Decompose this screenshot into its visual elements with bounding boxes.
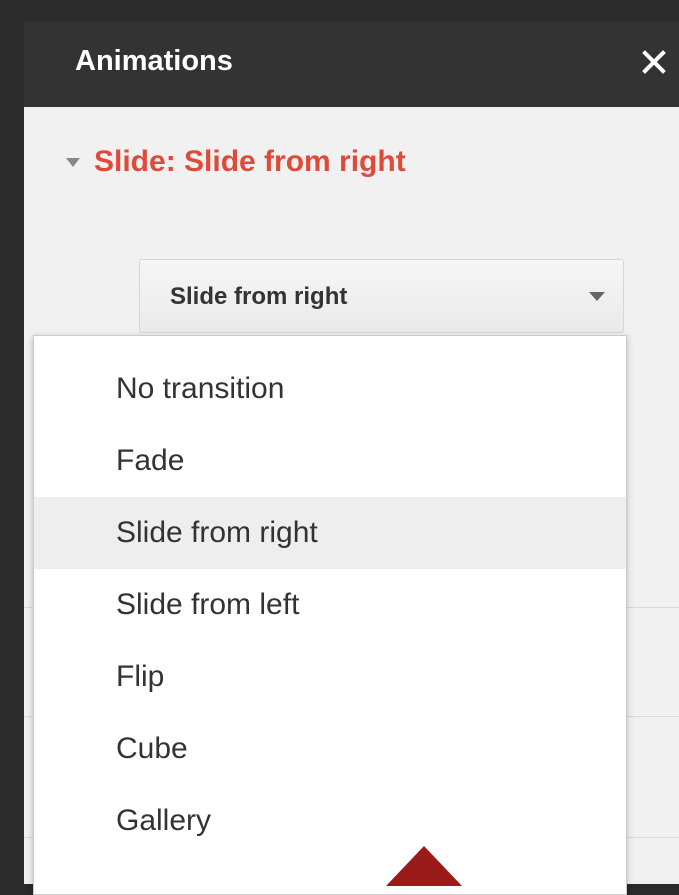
panel-title: Animations	[75, 45, 233, 77]
transition-options-menu: No transition Fade Slide from right Slid…	[33, 335, 627, 895]
menu-item-slide-from-right[interactable]: Slide from right	[34, 497, 626, 569]
menu-item-no-transition[interactable]: No transition	[34, 353, 626, 425]
transition-select[interactable]: Slide from right	[139, 259, 624, 333]
section-toggle[interactable]: Slide: Slide from right	[66, 144, 406, 180]
dropdown-arrow-icon	[589, 292, 605, 301]
triangle-down-icon	[66, 157, 80, 167]
section-title: Slide: Slide from right	[94, 145, 406, 178]
close-button[interactable]	[629, 42, 679, 82]
menu-item-cube[interactable]: Cube	[34, 713, 626, 785]
menu-item-flip[interactable]: Flip	[34, 641, 626, 713]
menu-item-fade[interactable]: Fade	[34, 425, 626, 497]
menu-item-gallery[interactable]: Gallery	[34, 785, 626, 857]
menu-item-slide-from-left[interactable]: Slide from left	[34, 569, 626, 641]
panel-header: Animations	[24, 22, 679, 107]
pointer-arrow	[386, 846, 462, 886]
close-icon	[642, 50, 666, 74]
select-value: Slide from right	[170, 283, 348, 310]
